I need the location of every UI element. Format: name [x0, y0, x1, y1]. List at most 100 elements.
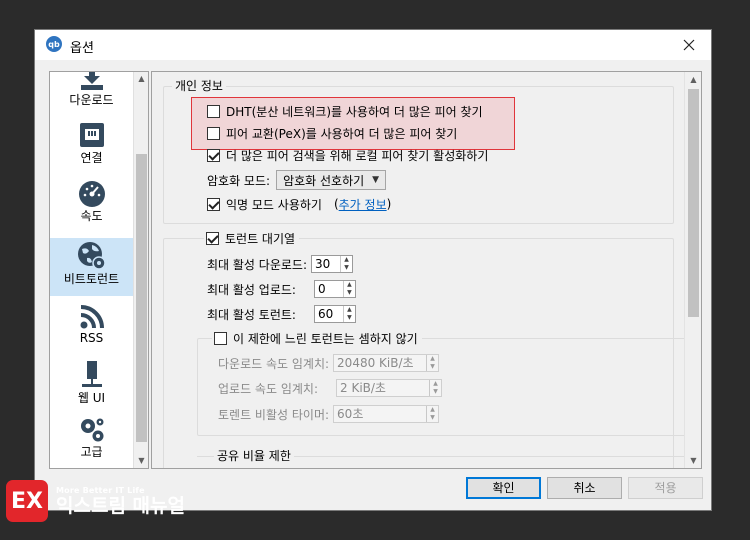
max-torrents-label: 최대 활성 토런트: [207, 307, 296, 322]
title-bar: qb 옵션 [35, 30, 711, 60]
torrent-queue-toggle[interactable]: 토런트 대기열 [204, 229, 300, 247]
apply-button[interactable]: 적용 [628, 477, 703, 499]
pex-option[interactable]: 피어 교환(PeX)를 사용하여 더 많은 피어 찾기 [207, 124, 457, 142]
max-torrents-row: 최대 활성 토런트: 60 ▲ ▼ [207, 304, 356, 324]
download-threshold-value: 20480 KiB/초 [337, 356, 414, 370]
ok-button[interactable]: 확인 [466, 477, 541, 499]
max-torrents-spinbox[interactable]: 60 ▲ ▼ [313, 305, 356, 323]
sidebar-item-label: 속도 [80, 209, 103, 223]
network-icon [79, 123, 104, 147]
spin-down-icon[interactable]: ▼ [427, 414, 438, 422]
privacy-group-title: 개인 정보 [172, 78, 226, 94]
sidebar-item-advanced[interactable]: 고급 [50, 416, 133, 468]
upload-threshold-label: 업로드 속도 임계치: [218, 381, 318, 396]
spin-down-icon[interactable]: ▼ [341, 264, 352, 272]
watermark-logo-icon: EX [6, 480, 48, 522]
watermark-tagline: More Better IT Life [56, 485, 145, 495]
sidebar-item-label: 다운로드 [69, 93, 114, 107]
torrent-queue-checkbox[interactable] [206, 231, 219, 245]
spin-up-icon[interactable]: ▲ [344, 281, 355, 289]
spin-up-icon[interactable]: ▲ [427, 355, 438, 363]
watermark: EX More Better IT Life 익스트림 매뉴얼 [6, 477, 185, 525]
dht-option[interactable]: DHT(분산 네트워크)를 사용하여 더 많은 피어 찾기 [207, 102, 483, 120]
max-downloads-row: 최대 활성 다운로드: 30 ▲ ▼ [207, 254, 353, 274]
download-threshold-label: 다운로드 속도 임계치: [218, 356, 330, 371]
slow-torrents-label: 이 제한에 느린 토런트는 셈하지 않기 [233, 331, 418, 346]
window-title: 옵션 [70, 41, 94, 56]
upload-threshold-row: 업로드 속도 임계치: 2 KiB/초 ▲ ▼ [218, 378, 442, 398]
spin-up-icon[interactable]: ▲ [427, 406, 438, 414]
max-uploads-spinbox[interactable]: 0 ▲ ▼ [313, 280, 356, 298]
spin-down-icon[interactable]: ▼ [430, 388, 441, 396]
encryption-label: 암호화 모드: [207, 173, 271, 188]
dht-checkbox[interactable] [207, 104, 220, 118]
watermark-text: More Better IT Life 익스트림 매뉴얼 [56, 486, 185, 517]
sidebar-item-rss[interactable]: RSS [50, 304, 133, 356]
spin-up-icon[interactable]: ▲ [341, 256, 352, 264]
more-info-link[interactable]: 추가 정보 [339, 196, 387, 213]
scrollbar-thumb[interactable] [136, 154, 147, 442]
inactive-timer-spinbox[interactable]: 60초 ▲ ▼ [333, 405, 440, 423]
max-downloads-spinbox[interactable]: 30 ▲ ▼ [311, 255, 353, 273]
spin-down-icon[interactable]: ▼ [427, 363, 438, 371]
close-icon [683, 39, 695, 51]
lsd-checkbox[interactable] [207, 148, 220, 162]
scrollbar-thumb[interactable] [688, 89, 699, 317]
options-dialog: qb 옵션 다운로드 연결 속도 비트토런트 RSS 웹 UI 고급 ▲ ▼ 개… [34, 29, 712, 511]
slow-torrents-checkbox[interactable] [214, 331, 227, 345]
pex-checkbox[interactable] [207, 126, 220, 140]
sidebar-scrollbar[interactable]: ▲ ▼ [133, 72, 148, 468]
sidebar-item-label: 비트토런트 [63, 272, 120, 286]
max-downloads-value: 30 [315, 257, 331, 271]
more-info-close-paren: ) [386, 197, 392, 211]
cancel-button[interactable]: 취소 [547, 477, 622, 499]
slow-torrents-toggle[interactable]: 이 제한에 느린 토런트는 셈하지 않기 [212, 329, 422, 347]
upload-threshold-value: 2 KiB/초 [340, 381, 386, 395]
category-sidebar: 다운로드 연결 속도 비트토런트 RSS 웹 UI 고급 ▲ ▼ [49, 71, 149, 469]
sidebar-item-label: 고급 [80, 445, 103, 459]
gears-icon [80, 418, 103, 442]
spin-up-icon[interactable]: ▲ [430, 380, 441, 388]
pex-label: 피어 교환(PeX)를 사용하여 더 많은 피어 찾기 [226, 126, 458, 141]
torrent-queue-title: 토런트 대기열 [225, 231, 296, 246]
encryption-mode-select[interactable]: 암호화 선호하기 ▼ [276, 170, 387, 190]
download-icon [80, 72, 103, 90]
scroll-down-arrow-icon[interactable]: ▼ [685, 453, 701, 468]
max-downloads-label: 최대 활성 다운로드: [207, 257, 307, 272]
sidebar-item-speed[interactable]: 속도 [50, 180, 133, 232]
qbittorrent-icon: qb [46, 36, 62, 52]
dht-label: DHT(분산 네트워크)를 사용하여 더 많은 피어 찾기 [226, 104, 483, 119]
globe-gear-icon [77, 242, 106, 270]
sidebar-item-connection[interactable]: 연결 [50, 122, 133, 174]
spin-down-icon[interactable]: ▼ [344, 314, 355, 322]
bittorrent-settings-panel: 개인 정보 DHT(분산 네트워크)를 사용하여 더 많은 피어 찾기 피어 교… [151, 71, 702, 469]
lsd-option[interactable]: 더 많은 피어 검색을 위해 로컬 피어 찾기 활성화하기 [207, 146, 488, 164]
download-threshold-spinbox[interactable]: 20480 KiB/초 ▲ ▼ [333, 354, 440, 372]
share-ratio-title-row: 공유 비율 제한 [214, 446, 294, 464]
max-uploads-row: 최대 활성 업로드: 0 ▲ ▼ [207, 279, 356, 299]
inactive-timer-value: 60초 [337, 407, 364, 421]
scroll-up-arrow-icon[interactable]: ▲ [685, 72, 701, 87]
main-scrollbar[interactable]: ▲ ▼ [684, 72, 701, 468]
anonymous-mode-checkbox[interactable] [207, 197, 220, 211]
lsd-label: 더 많은 피어 검색을 위해 로컬 피어 찾기 활성화하기 [226, 148, 489, 163]
anonymous-mode-label: 익명 모드 사용하기 [226, 197, 322, 212]
encryption-row: 암호화 모드: 암호화 선호하기 ▼ [207, 168, 387, 192]
sidebar-item-webui[interactable]: 웹 UI [50, 360, 133, 412]
download-threshold-row: 다운로드 속도 임계치: 20480 KiB/초 ▲ ▼ [218, 353, 440, 373]
close-button[interactable] [667, 30, 711, 60]
encryption-mode-value: 암호화 선호하기 [283, 173, 365, 188]
spin-up-icon[interactable]: ▲ [344, 306, 355, 314]
anonymous-mode-option[interactable]: 익명 모드 사용하기 (추가 정보) [207, 195, 391, 213]
inactive-timer-row: 토렌트 비활성 타이머: 60초 ▲ ▼ [218, 404, 440, 424]
sidebar-item-label: 웹 UI [77, 391, 106, 405]
spin-down-icon[interactable]: ▼ [344, 289, 355, 297]
max-uploads-label: 최대 활성 업로드: [207, 282, 296, 297]
sidebar-item-download[interactable]: 다운로드 [50, 72, 133, 116]
scroll-up-arrow-icon[interactable]: ▲ [134, 72, 148, 86]
max-torrents-value: 60 [317, 307, 334, 321]
scroll-down-arrow-icon[interactable]: ▼ [134, 454, 148, 468]
chevron-down-icon: ▼ [372, 175, 380, 185]
sidebar-item-bittorrent[interactable]: 비트토런트 [50, 238, 133, 296]
upload-threshold-spinbox[interactable]: 2 KiB/초 ▲ ▼ [336, 379, 442, 397]
